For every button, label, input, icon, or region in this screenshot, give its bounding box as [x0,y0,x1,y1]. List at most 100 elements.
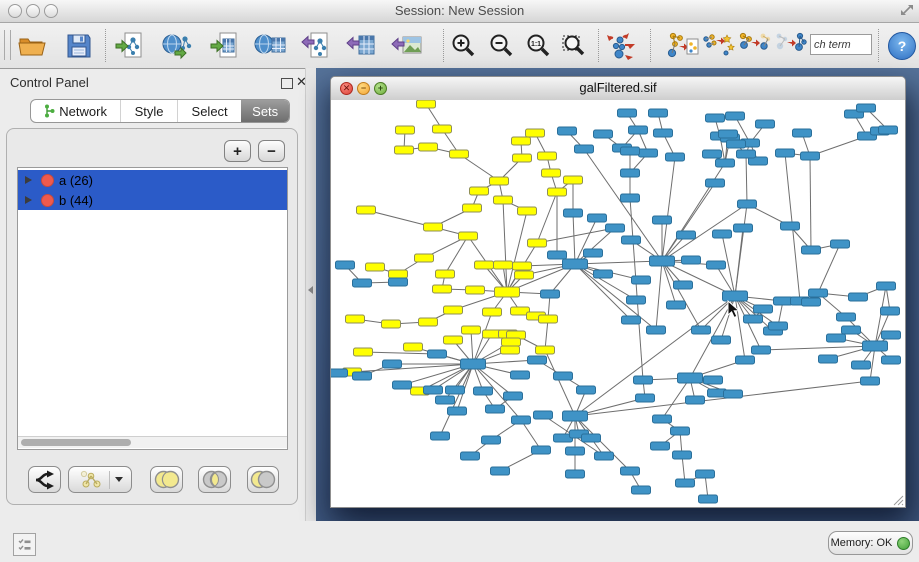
network-node[interactable] [881,307,900,315]
network-node[interactable] [863,341,888,351]
network-node[interactable] [554,372,573,380]
network-node[interactable] [483,308,502,316]
memory-status-badge[interactable]: Memory: OK [828,531,913,555]
network-node[interactable] [724,390,743,398]
toolbar-drag-handle[interactable] [4,30,11,60]
network-node[interactable] [827,334,846,342]
network-node[interactable] [436,396,455,404]
list-item-set-a[interactable]: a (26) [18,170,287,190]
network-node[interactable] [389,270,408,278]
network-node[interactable] [756,120,775,128]
network-node[interactable] [404,343,423,351]
save-session-button[interactable] [61,28,97,64]
zoom-out-button[interactable] [484,28,520,64]
network-canvas[interactable] [331,100,905,507]
network-node[interactable] [696,470,715,478]
network-node[interactable] [536,346,555,354]
network-node[interactable] [801,152,820,160]
network-node[interactable] [852,361,871,369]
apply-layout-button[interactable] [604,28,640,64]
network-node[interactable] [482,436,501,444]
network-node[interactable] [673,451,692,459]
network-node[interactable] [707,261,726,269]
network-node[interactable] [466,286,485,294]
network-node[interactable] [686,396,705,404]
network-node[interactable] [446,386,465,394]
network-node[interactable] [494,261,513,269]
network-node[interactable] [433,285,452,293]
network-node[interactable] [634,376,653,384]
network-node[interactable] [538,152,557,160]
network-node[interactable] [769,322,788,330]
network-node[interactable] [692,326,711,334]
network-node[interactable] [448,407,467,415]
network-node[interactable] [654,129,673,137]
network-node[interactable] [382,320,401,328]
network-node[interactable] [706,114,725,122]
zoom-selected-button[interactable] [556,28,592,64]
network-node[interactable] [396,126,415,134]
network-node[interactable] [627,296,646,304]
sets-list[interactable]: a (26) b (44) [17,167,288,450]
merge-union-button[interactable] [772,28,808,64]
network-node[interactable] [719,130,738,138]
network-node[interactable] [444,336,463,344]
network-node[interactable] [475,261,494,269]
network-node[interactable] [861,377,880,385]
remove-set-button[interactable]: − [258,140,285,162]
network-node[interactable] [564,209,583,217]
network-node[interactable] [424,386,443,394]
network-node[interactable] [676,479,695,487]
network-node[interactable] [491,467,510,475]
network-node[interactable] [512,416,531,424]
create-group-button[interactable] [68,466,132,493]
network-node[interactable] [781,222,800,230]
network-node[interactable] [704,376,723,384]
network-node[interactable] [726,112,745,120]
network-node[interactable] [366,263,385,271]
network-node[interactable] [618,109,637,117]
export-network-button[interactable] [299,28,335,64]
network-node[interactable] [582,434,601,442]
zoom-actual-size-button[interactable]: 1:1 [521,28,557,64]
network-node[interactable] [809,289,828,297]
network-node[interactable] [651,442,670,450]
network-node[interactable] [566,447,585,455]
open-session-button[interactable] [14,28,50,64]
network-node[interactable] [877,282,896,290]
network-node[interactable] [415,254,434,262]
network-node[interactable] [734,224,753,232]
network-node[interactable] [528,356,547,364]
network-node[interactable] [389,278,408,286]
network-node[interactable] [548,188,567,196]
network-node[interactable] [532,446,551,454]
network-node[interactable] [647,326,666,334]
network-node[interactable] [504,392,523,400]
network-node[interactable] [622,316,641,324]
network-node[interactable] [564,176,583,184]
network-node[interactable] [511,371,530,379]
export-image-button[interactable] [389,28,425,64]
network-node[interactable] [629,126,648,134]
network-node[interactable] [450,150,469,158]
add-set-button[interactable]: + [224,140,251,162]
import-network-web-button[interactable] [160,28,196,64]
network-node[interactable] [622,236,641,244]
split-sets-button[interactable] [28,466,61,493]
network-node[interactable] [621,169,640,177]
network-node[interactable] [357,206,376,214]
network-graph[interactable] [331,100,905,507]
network-node[interactable] [650,256,675,266]
network-node[interactable] [494,196,513,204]
network-node[interactable] [353,372,372,380]
network-node[interactable] [819,355,838,363]
network-node[interactable] [417,100,436,108]
network-node[interactable] [594,130,613,138]
network-node[interactable] [566,470,585,478]
network-node[interactable] [831,240,850,248]
network-window-titlebar[interactable]: ✕ − + galFiltered.sif [331,77,905,101]
task-history-button[interactable] [13,533,36,556]
network-node[interactable] [474,387,493,395]
network-node[interactable] [575,145,594,153]
difference-sets-button[interactable] [247,466,279,493]
